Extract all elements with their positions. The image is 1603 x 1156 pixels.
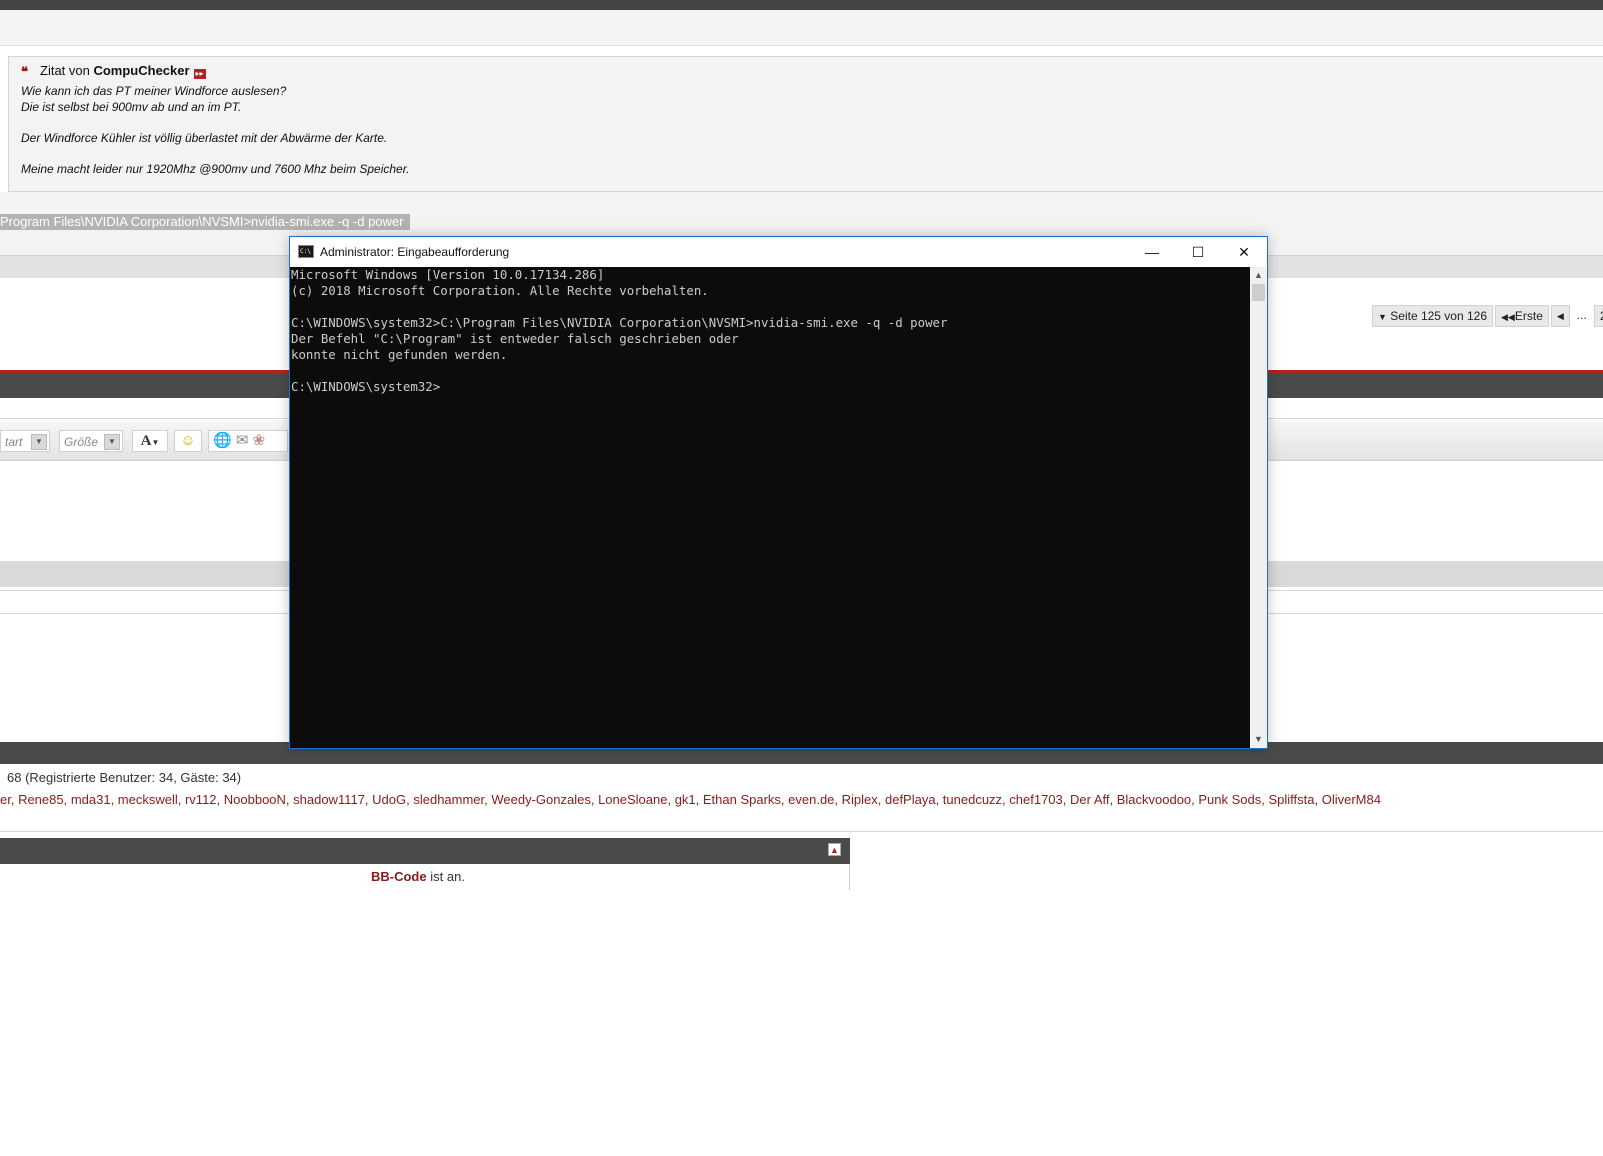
quote-prefix: Zitat von bbox=[40, 63, 94, 78]
console-line: Der Befehl "C:\Program" ist entweder fal… bbox=[291, 331, 739, 346]
scroll-thumb[interactable] bbox=[1252, 284, 1265, 301]
console-scrollbar[interactable]: ▲ ▼ bbox=[1250, 267, 1267, 748]
image-icon[interactable]: ❀ bbox=[253, 432, 266, 449]
maximize-button[interactable]: ☐ bbox=[1175, 237, 1221, 267]
quote-line: Meine macht leider nur 1920Mhz @900mv un… bbox=[21, 162, 410, 176]
font-color-button[interactable]: A▼ bbox=[132, 430, 168, 452]
console-line: Microsoft Windows [Version 10.0.17134.28… bbox=[291, 267, 605, 282]
bbcode-link[interactable]: BB-Code bbox=[371, 869, 427, 884]
font-select[interactable]: tart ▼ bbox=[0, 430, 50, 452]
first-page-button[interactable]: ◀◀Erste bbox=[1495, 305, 1549, 327]
minimize-button[interactable]: — bbox=[1129, 237, 1175, 267]
first-page-label: Erste bbox=[1514, 309, 1543, 323]
smiley-button[interactable]: ☺ bbox=[174, 430, 202, 452]
cmd-app-icon[interactable]: C:\ bbox=[298, 245, 314, 258]
console-prompt: C:\WINDOWS\system32> bbox=[291, 379, 441, 394]
console-line: C:\WINDOWS\system32>C:\Program Files\NVI… bbox=[291, 315, 948, 330]
collapse-icon[interactable]: ▲ bbox=[828, 843, 841, 856]
email-icon[interactable]: ✉ bbox=[236, 432, 249, 449]
page-info: Seite 125 von 126 bbox=[1390, 309, 1488, 323]
prev-page-button[interactable]: ◀ bbox=[1550, 305, 1570, 327]
page-ellipsis: ... bbox=[1576, 308, 1587, 322]
console-line: (c) 2018 Microsoft Corporation. Alle Rec… bbox=[291, 283, 709, 298]
window-title: Administrator: Eingabeaufforderung bbox=[320, 245, 510, 259]
page-link[interactable]: 2 bbox=[1593, 305, 1603, 327]
close-button[interactable]: ✕ bbox=[1221, 237, 1267, 267]
chevron-down-icon: ▼ bbox=[31, 434, 47, 450]
minimize-icon: — bbox=[1145, 244, 1159, 260]
online-count: 68 (Registrierte Benutzer: 34, Gäste: 34… bbox=[7, 770, 242, 785]
view-post-icon[interactable]: ▸▸ bbox=[193, 69, 206, 79]
close-icon: ✕ bbox=[1238, 244, 1250, 260]
posting-rules-header bbox=[0, 838, 850, 864]
bbcode-status: BB-Code ist an. bbox=[371, 869, 465, 884]
scroll-down-icon[interactable]: ▼ bbox=[1250, 731, 1267, 748]
insert-buttons: 🌐 ✉ ❀ bbox=[208, 430, 288, 452]
window-titlebar[interactable]: C:\ Administrator: Eingabeaufforderung —… bbox=[290, 237, 1267, 267]
chevron-down-icon: ▼ bbox=[104, 434, 120, 450]
link-icon[interactable]: 🌐 bbox=[213, 432, 232, 449]
font-color-label: A bbox=[140, 433, 152, 449]
quote-line: Die ist selbst bei 900mv ab und an im PT… bbox=[21, 100, 242, 114]
size-select-value: Größe bbox=[64, 435, 99, 449]
size-select[interactable]: Größe ▼ bbox=[59, 430, 123, 452]
chevron-down-icon: ▼ bbox=[1378, 312, 1387, 322]
cmd-window: C:\ Administrator: Eingabeaufforderung —… bbox=[289, 236, 1268, 749]
chevron-down-icon: ▼ bbox=[151, 438, 160, 447]
divider bbox=[0, 831, 1603, 832]
quote-line: Wie kann ich das PT meiner Windforce aus… bbox=[21, 84, 287, 98]
smiley-icon: ☺ bbox=[180, 432, 196, 449]
font-select-value: tart bbox=[5, 435, 23, 449]
quote-box: ❝ Zitat von CompuChecker ▸▸ Wie kann ich d… bbox=[8, 56, 1603, 192]
maximize-icon: ☐ bbox=[1191, 244, 1205, 260]
online-users-list[interactable]: er, Rene85, mda31, meckswell, rv112, Noo… bbox=[0, 792, 1381, 807]
console-line: konnte nicht gefunden werden. bbox=[291, 347, 508, 362]
quote-line: Der Windforce Kühler ist völlig überlast… bbox=[21, 131, 388, 145]
selected-command-text[interactable]: Program Files\NVIDIA Corporation\NVSMI>n… bbox=[0, 214, 410, 230]
quote-header: ❝ Zitat von CompuChecker ▸▸ bbox=[21, 63, 206, 79]
quote-author[interactable]: CompuChecker bbox=[93, 63, 189, 78]
scroll-up-icon[interactable]: ▲ bbox=[1250, 267, 1267, 284]
bbcode-status-text: ist an. bbox=[426, 869, 465, 884]
posting-rules-panel: BB-Code ist an. bbox=[0, 864, 850, 890]
console-output[interactable]: Microsoft Windows [Version 10.0.17134.28… bbox=[290, 267, 1250, 748]
double-left-icon: ◀◀ bbox=[1501, 312, 1515, 322]
page-info-dropdown[interactable]: ▼ Seite 125 von 126 bbox=[1372, 305, 1494, 327]
quote-icon: ❝ bbox=[21, 64, 28, 79]
post-header-strip bbox=[0, 10, 1603, 46]
pagination: ▼ Seite 125 von 126 ◀◀Erste ◀ ... 2 bbox=[1372, 305, 1603, 327]
top-bar bbox=[0, 0, 1603, 10]
